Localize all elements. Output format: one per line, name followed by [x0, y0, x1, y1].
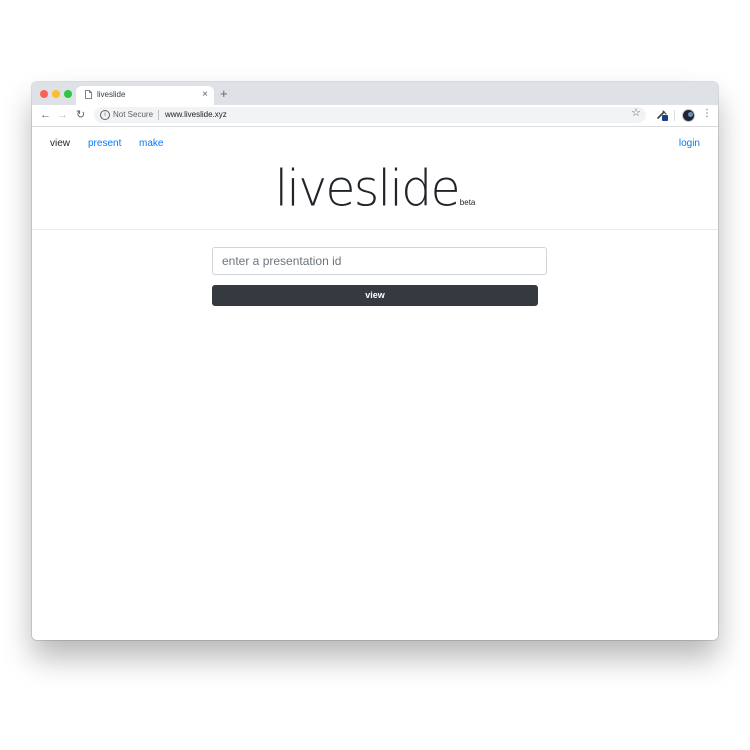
- address-divider: [158, 110, 159, 120]
- nav-view-link[interactable]: view: [50, 138, 70, 149]
- extension-icon[interactable]: [656, 109, 668, 121]
- toolbar-divider: [674, 110, 675, 121]
- avatar-highlight: [688, 112, 693, 117]
- page-icon: [85, 90, 92, 99]
- page-content: view present make login liveslidebeta vi…: [32, 127, 718, 640]
- presentation-id-input[interactable]: [212, 247, 547, 275]
- tab-title: liveslide: [97, 90, 126, 99]
- view-button[interactable]: view: [212, 285, 538, 306]
- window-minimize-icon[interactable]: [52, 90, 60, 98]
- browser-menu-icon[interactable]: ⋮: [702, 108, 712, 120]
- nav-login-link[interactable]: login: [679, 138, 700, 149]
- address-bar[interactable]: i Not Secure www.liveslide.xyz: [94, 107, 646, 123]
- browser-toolbar: ← → ↻ i Not Secure www.liveslide.xyz ☆ ⋮: [32, 105, 718, 127]
- brand-logo: liveslidebeta: [32, 159, 718, 218]
- browser-window: liveslide × + ← → ↻ i Not Secure www.liv…: [32, 82, 718, 640]
- browser-tab[interactable]: liveslide ×: [76, 86, 214, 105]
- nav-make-link[interactable]: make: [139, 138, 163, 149]
- beta-badge: beta: [459, 198, 476, 207]
- window-close-icon[interactable]: [40, 90, 48, 98]
- url-text[interactable]: www.liveslide.xyz: [165, 110, 227, 119]
- security-label[interactable]: Not Secure: [113, 110, 153, 119]
- window-maximize-icon[interactable]: [64, 90, 72, 98]
- profile-avatar[interactable]: [682, 109, 695, 122]
- tab-bar: liveslide × +: [32, 82, 718, 105]
- new-tab-icon[interactable]: +: [220, 87, 228, 100]
- tab-close-icon[interactable]: ×: [202, 89, 208, 101]
- nav-present-link[interactable]: present: [88, 138, 121, 149]
- back-icon[interactable]: ←: [40, 108, 51, 122]
- info-icon[interactable]: i: [100, 110, 110, 120]
- reload-icon[interactable]: ↻: [76, 108, 85, 122]
- brand-name: liveslide: [274, 159, 461, 218]
- bookmark-star-icon[interactable]: ☆: [631, 107, 641, 119]
- header-divider: [32, 229, 718, 230]
- forward-icon[interactable]: →: [57, 108, 68, 122]
